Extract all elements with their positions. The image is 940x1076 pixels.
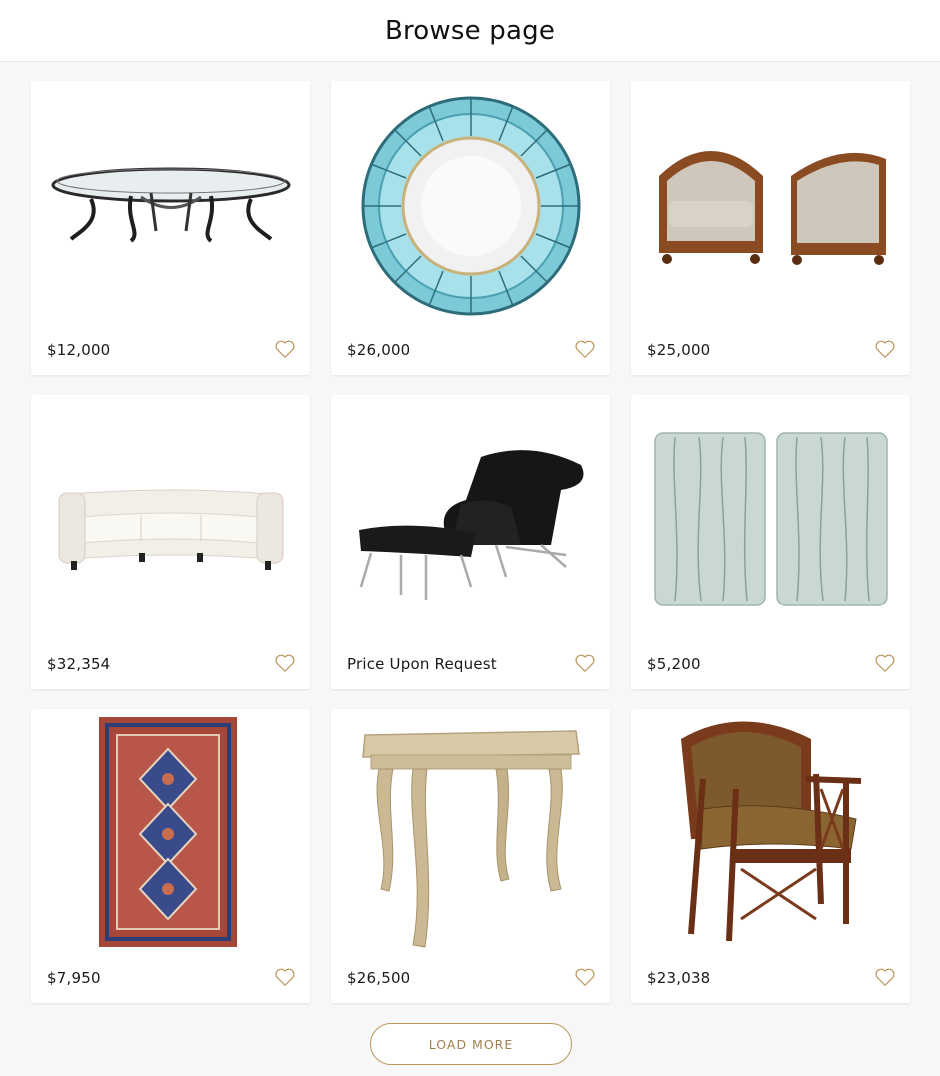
product-card[interactable]: $26,500: [331, 709, 610, 1003]
heart-outline-icon[interactable]: [874, 652, 896, 674]
heart-outline-icon[interactable]: [274, 966, 296, 988]
product-image-mirror[interactable]: [331, 81, 610, 331]
product-price: $7,950: [47, 969, 101, 987]
load-more-button[interactable]: LOAD MORE: [370, 1023, 572, 1065]
heart-outline-icon[interactable]: [574, 966, 596, 988]
product-card[interactable]: Price Upon Request: [331, 395, 610, 689]
product-image-sconces[interactable]: [631, 395, 910, 645]
product-image-lounge-chair[interactable]: [331, 395, 610, 645]
product-card[interactable]: $32,354: [31, 395, 310, 689]
heart-outline-icon[interactable]: [874, 338, 896, 360]
product-card[interactable]: $25,000: [631, 81, 910, 375]
product-price: $12,000: [47, 341, 111, 359]
product-card[interactable]: $26,000: [331, 81, 610, 375]
product-price: $26,000: [347, 341, 411, 359]
heart-outline-icon[interactable]: [274, 338, 296, 360]
product-image-wood-armchair[interactable]: [631, 709, 910, 959]
product-card[interactable]: $7,950: [31, 709, 310, 1003]
heart-outline-icon[interactable]: [574, 652, 596, 674]
product-price: $32,354: [47, 655, 111, 673]
product-card[interactable]: $12,000: [31, 81, 310, 375]
product-image-sofa[interactable]: [31, 395, 310, 645]
page-title: Browse page: [384, 15, 556, 46]
product-grid: $12,000 $26,000 $25,000 $32,354 Price Up…: [31, 81, 910, 1003]
heart-outline-icon[interactable]: [874, 966, 896, 988]
product-price: Price Upon Request: [347, 655, 497, 673]
product-price: $5,200: [647, 655, 701, 673]
product-card[interactable]: $23,038: [631, 709, 910, 1003]
product-card[interactable]: $5,200: [631, 395, 910, 689]
product-image-rug[interactable]: [31, 709, 310, 959]
page-header: Browse page: [0, 0, 940, 62]
product-image-coffee-table[interactable]: [31, 81, 310, 331]
product-price: $26,500: [347, 969, 411, 987]
heart-outline-icon[interactable]: [274, 652, 296, 674]
product-image-armchairs[interactable]: [631, 81, 910, 331]
heart-outline-icon[interactable]: [574, 338, 596, 360]
product-price: $25,000: [647, 341, 711, 359]
product-image-side-table[interactable]: [331, 709, 610, 959]
product-price: $23,038: [647, 969, 711, 987]
